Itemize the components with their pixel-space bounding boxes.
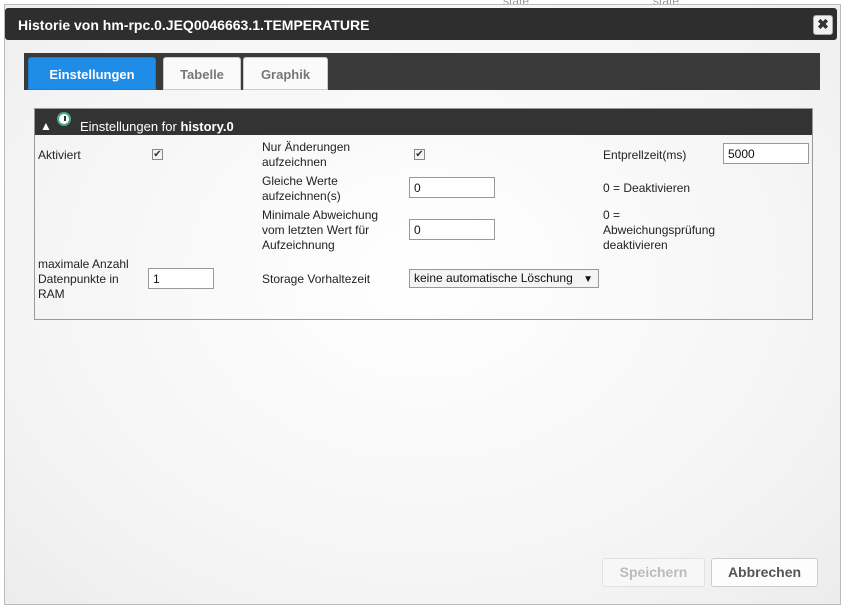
collapse-toggle-icon[interactable]: ▲ xyxy=(40,119,52,133)
clock-icon xyxy=(57,112,71,126)
min-abweichung-hint: 0 = Abweichungsprüfung deaktivieren xyxy=(603,208,716,252)
gleiche-werte-input[interactable] xyxy=(409,177,495,198)
storage-selected-value: keine automatische Löschung xyxy=(414,271,573,285)
cancel-button[interactable]: Abbrechen xyxy=(711,558,818,587)
nur-aenderungen-checkbox[interactable]: ✔ xyxy=(414,149,425,160)
gleiche-werte-hint: 0 = Deaktivieren xyxy=(603,181,691,195)
aktiviert-checkbox[interactable]: ✔ xyxy=(152,149,163,160)
min-abweichung-input[interactable] xyxy=(409,219,495,240)
gleiche-werte-label: Gleiche Werte aufzeichnen(s) xyxy=(262,174,341,203)
panel-title: Einstellungen for history.0 xyxy=(80,119,234,134)
tab-bar: Einstellungen Tabelle Graphik xyxy=(24,53,820,90)
dialog-titlebar: Historie von hm-rpc.0.JEQ0046663.1.TEMPE… xyxy=(5,8,837,40)
entprellzeit-input[interactable] xyxy=(723,143,809,164)
aktiviert-label: Aktiviert xyxy=(38,148,81,162)
save-button[interactable]: Speichern xyxy=(602,558,705,587)
storage-select[interactable]: keine automatische Löschung ▼ xyxy=(409,269,599,288)
tab-graphik[interactable]: Graphik xyxy=(243,57,328,90)
settings-panel: ▲ Einstellungen for history.0 Aktiviert … xyxy=(34,108,813,320)
close-button[interactable]: ✖ xyxy=(813,15,833,35)
chevron-down-icon: ▼ xyxy=(583,274,593,285)
tab-tabelle[interactable]: Tabelle xyxy=(163,57,241,90)
max-datenpunkte-label: maximale Anzahl Datenpunkte in RAM xyxy=(38,257,129,301)
panel-header[interactable]: ▲ Einstellungen for history.0 xyxy=(35,109,812,135)
instance-name: history.0 xyxy=(180,119,234,134)
dialog-title: Historie von hm-rpc.0.JEQ0046663.1.TEMPE… xyxy=(18,17,370,33)
nur-aenderungen-label: Nur Änderungen aufzeichnen xyxy=(262,140,351,169)
max-datenpunkte-input[interactable] xyxy=(148,268,214,289)
tab-einstellungen[interactable]: Einstellungen xyxy=(28,57,156,90)
min-abweichung-label: Minimale Abweichung vom letzten Wert für… xyxy=(262,208,379,252)
storage-label: Storage Vorhaltezeit xyxy=(262,272,371,286)
entprellzeit-label: Entprellzeit(ms) xyxy=(603,148,687,162)
